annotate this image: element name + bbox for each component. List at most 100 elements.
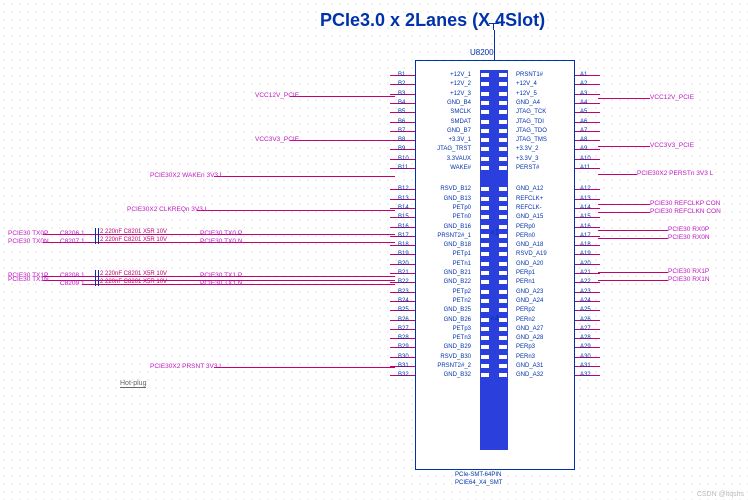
pin-label: GND_B21 [423,270,471,276]
pin-label: JTAG_TCK [516,109,576,115]
pin-num: B3 [398,91,412,97]
pad [481,215,489,219]
net-label: PCIE30 RX1P [668,268,709,275]
pad [481,73,489,77]
pad [481,262,489,266]
schematic-title: PCIe3.0 x 2Lanes (X 4Slot) [320,10,545,31]
pin-num: A1 [580,72,594,78]
pin-label: PERp0 [516,224,576,230]
pad [481,166,489,170]
pad [481,336,489,340]
pin-label: GND_B26 [423,317,471,323]
wire [238,234,395,235]
pin-num: A10 [580,156,594,162]
pin-num: A30 [580,354,594,360]
pad [481,197,489,201]
pad [481,318,489,322]
pin-label: +3.3V_3 [516,156,576,162]
pin-num: B29 [398,344,412,350]
pin-label: GND_A15 [516,214,576,220]
pin-num: A9 [580,146,594,152]
pin-num: B25 [398,307,412,313]
cap-sym [95,236,96,244]
pin-label: +12V_5 [516,91,576,97]
wire [494,30,495,60]
footer2: PCIE64_X4_SMT [455,480,502,486]
pin-num: A21 [580,270,594,276]
pin-label: GND_A27 [516,326,576,332]
net-label: PCIE30 TX0 P [200,230,242,237]
pad [481,129,489,133]
pin-num: A19 [580,251,594,257]
pin-num: B30 [398,354,412,360]
cap-sym [95,228,96,236]
pin-num: A4 [580,100,594,106]
pin-num: B12 [398,186,412,192]
pin-num: A17 [580,233,594,239]
pad [499,138,507,142]
pad [481,101,489,105]
pin-label: PETp2 [423,289,471,295]
wire [598,272,668,273]
pin-label: SMCLK [423,109,471,115]
pin-label: PRSNT2#_1 [423,233,471,239]
pad [499,345,507,349]
pin-label: +3.3V_1 [423,137,471,143]
net-label: PCIE30 RX0P [668,226,709,233]
pin-num: B32 [398,372,412,378]
pad [481,120,489,124]
net-label: VCC12V_PCIE [650,94,694,101]
pad [481,110,489,114]
pad [481,345,489,349]
cap-label: 2 220nF C8201 X5R 10V [100,271,167,277]
pin-label: PRSNT1# [516,72,576,78]
pin-label: JTAG_TMS [516,137,576,143]
net-label: PCIE30 REFCLKN CON [650,208,721,215]
wire [598,212,650,213]
pad [499,206,507,210]
pin-label: PETp3 [423,326,471,332]
pad [481,187,489,191]
pin-num: B31 [398,363,412,369]
wire [598,230,668,231]
x4-mark: ×4 [490,314,499,323]
pin-label: RSVD_B12 [423,186,471,192]
pin-num: B1 [398,72,412,78]
pin-label: REFCLK- [516,205,576,211]
net-label: C8209 1 [60,280,85,287]
pin-num: A20 [580,261,594,267]
pin-num: B5 [398,109,412,115]
cap-sym [98,278,99,286]
pin-label: GND_B18 [423,242,471,248]
pin-num: B23 [398,289,412,295]
pin-label: PERp3 [516,344,576,350]
cap-sym [98,228,99,236]
pad [499,364,507,368]
pin-label: PERn2 [516,317,576,323]
pin-label: GND_A28 [516,335,576,341]
net-label: C8206 1 [60,230,85,237]
pin-label: PERp2 [516,307,576,313]
pin-num: A7 [580,128,594,134]
wire [238,276,395,277]
net-label: C8207 1 [60,238,85,245]
pin-num: B15 [398,214,412,220]
net-label: PCIE30X2 CLKREQn 3V3 L [127,206,208,213]
slot-body [480,70,508,450]
net-label: PCIE30 TX1 P [200,272,242,279]
pin-num: A29 [580,344,594,350]
pad [481,373,489,377]
wire [290,96,395,97]
pin-num: A15 [580,214,594,220]
pin-num: A23 [580,289,594,295]
pin-num: B20 [398,261,412,267]
pad [481,271,489,275]
cap-sym [95,278,96,286]
pin-num: B28 [398,335,412,341]
wire [598,146,650,147]
pin-label: RSVD_B30 [423,354,471,360]
pad [481,234,489,238]
pin-num: B26 [398,317,412,323]
pin-num: A6 [580,119,594,125]
pin-label: +12V_2 [423,81,471,87]
